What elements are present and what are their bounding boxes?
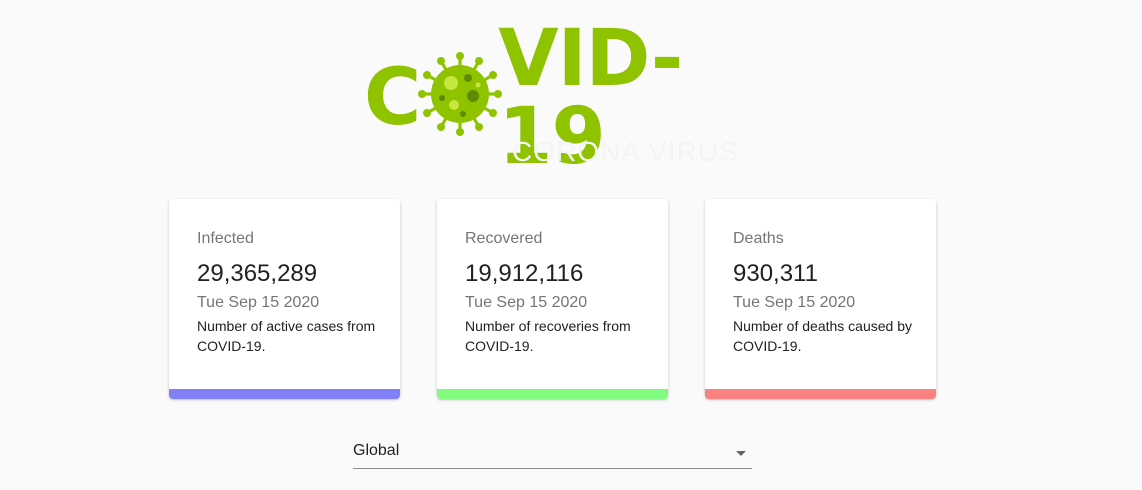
card-description: Number of deaths caused by COVID-19.	[733, 318, 912, 354]
infected-card: Infected 29,365,289 Tue Sep 15 2020 Numb…	[169, 199, 400, 399]
logo-subtitle: CORONA VIRUS	[512, 136, 739, 167]
app-logo: C VID-19 CORONA VIRUS	[364, 20, 744, 176]
deaths-card: Deaths 930,311 Tue Sep 15 2020 Number of…	[705, 199, 936, 399]
card-label: Recovered	[465, 230, 543, 247]
card-accent-bar	[169, 389, 400, 399]
card-value: 19,912,116	[465, 260, 584, 287]
card-label: Deaths	[733, 230, 784, 247]
chevron-down-icon	[736, 451, 746, 456]
card-accent-bar	[705, 389, 936, 399]
recovered-card: Recovered 19,912,116 Tue Sep 15 2020 Num…	[437, 199, 668, 399]
card-label: Infected	[197, 230, 254, 247]
card-value: 930,311	[733, 260, 818, 287]
country-select-value: Global	[353, 442, 400, 459]
card-description: Number of active cases from COVID-19.	[197, 318, 376, 354]
card-date: Tue Sep 15 2020	[465, 294, 588, 311]
country-select[interactable]: Global	[353, 438, 752, 469]
card-description: Number of recoveries from COVID-19.	[465, 318, 631, 354]
card-date: Tue Sep 15 2020	[733, 294, 856, 311]
card-value: 29,365,289	[197, 260, 318, 287]
card-accent-bar	[437, 389, 668, 399]
card-date: Tue Sep 15 2020	[197, 294, 320, 311]
virus-icon	[418, 52, 502, 136]
page: C VID-19 CORONA VIRUS Infected 29,365,28…	[0, 0, 1142, 490]
logo-title-left: C	[364, 53, 421, 143]
